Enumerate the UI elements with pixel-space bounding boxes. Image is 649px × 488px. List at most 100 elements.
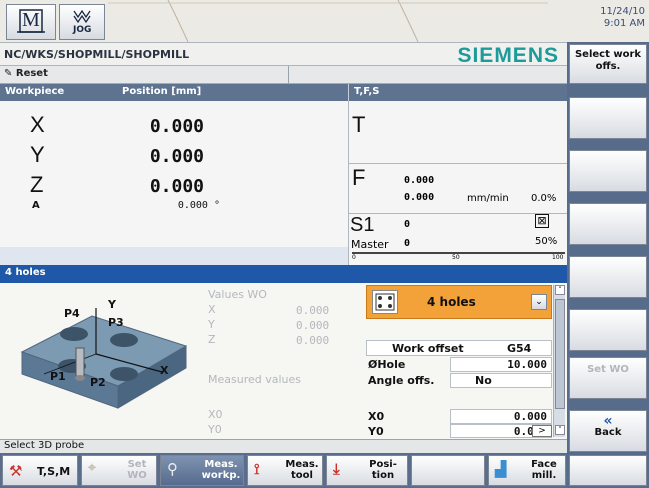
softkey-meas-tool[interactable]: ⟟ Meas. tool [247,455,323,486]
softkey-empty[interactable] [411,455,485,486]
angle-offset-label: Angle offs. [368,374,435,387]
softkey-vertical-5[interactable] [569,256,647,298]
divider [288,66,289,84]
wo-y-value: 0.000 [296,319,330,332]
diagram-label-p2: P2 [90,376,106,389]
mode-jog-label: JOG [73,25,92,35]
scale-50: 50 [452,254,460,261]
position-header: Position [mm] [122,86,202,97]
diagram-axis-y: Y [108,298,116,311]
axis-x-label: X [30,112,45,137]
softkey-tsm[interactable]: ⚒ T,S,M [2,455,78,486]
tfs-header: T,F,S [348,84,567,101]
probe-tool-icon: ⟟ [254,460,260,478]
scale-0: 0 [352,254,356,261]
softkey-face-mill[interactable]: ▟ Face mill. [488,455,566,486]
set-wo-icon: ⌖ [88,460,96,476]
softkey-meas-tool-label: Meas. tool [285,459,319,481]
spindle-value: 0 [404,219,411,230]
axis-z-label: Z [30,172,44,197]
tool-icon: ⚒ [9,462,23,480]
operation-title: 4 holes [5,267,46,278]
siemens-logo: SIEMENS [457,44,559,67]
diagram-label-p4: P4 [64,307,80,320]
scroll-thumb[interactable] [555,299,565,409]
clock-time: 9:01 AM [603,18,645,29]
reset-status: ✎ Reset [4,68,48,79]
wo-x-value: 0.000 [296,304,330,317]
operation-header: 4 holes [0,265,567,283]
next-arrow-icon[interactable]: > [532,425,552,437]
softkey-face-mill-label: Face mill. [531,459,557,481]
wo-y-label: Y [208,318,215,331]
tfs-title: T,F,S [354,86,380,97]
jog-wave-icon [73,9,91,24]
mode-machine-button[interactable]: M [6,4,56,40]
mode-m-label: M [22,9,40,31]
four-holes-diagram [20,308,188,409]
axis-y-label: Y [30,142,45,167]
x0-field[interactable]: 0.000 [450,409,552,424]
divider [349,163,567,164]
angle-offset-value: No [475,374,492,387]
x0-label: X0 [368,410,385,423]
axis-z-value: 0.000 [149,176,204,197]
hole-diameter-label: ØHole [368,358,406,371]
status-line: Select 3D probe [0,439,567,453]
scroll-down-icon[interactable]: ˅ [555,425,565,435]
mode-jog-button[interactable]: JOG [59,4,105,40]
channel-status-bar: ✎ Reset [0,66,567,84]
axis-a-label: A [32,200,40,211]
master-label: Master [351,238,389,251]
softkey-set-wo-vertical[interactable]: Set WO [569,357,647,399]
master-override: 50% [535,236,558,247]
program-path: NC/WKS/SHOPMILL/SHOPMILL [4,48,190,61]
clock-date: 11/24/10 [600,6,645,17]
softkey-meas-workpiece[interactable]: ⚲ Meas. workp. [160,455,244,486]
softkey-vertical-bottom[interactable] [569,455,647,486]
chevron-down-icon[interactable]: ⌄ [531,294,547,310]
status-text: Select 3D probe [4,440,85,451]
tool-label: T [352,112,366,137]
spindle-label: S1 [350,214,375,236]
softkey-position[interactable]: ⤓ Posi- tion [326,455,408,486]
softkey-vertical-2[interactable] [569,97,647,139]
softkey-back[interactable]: « Back [569,410,647,452]
softkey-vertical-6[interactable] [569,309,647,351]
axis-y-value: 0.000 [149,146,204,167]
hole-diameter-input[interactable]: 10.000 [450,357,552,372]
operation-scrollbar[interactable]: ˄ ˅ [553,285,565,437]
angle-offset-toggle[interactable]: No [450,373,552,388]
feed-override: 0.0% [531,193,557,204]
reset-pencil-icon: ✎ [4,68,16,79]
softkey-vertical-3[interactable] [569,150,647,192]
position-display-footer [0,247,348,265]
softkey-tsm-label: T,S,M [37,465,71,478]
measure-variant-dropdown[interactable]: 4 holes ⌄ [366,285,552,319]
work-offset-value: G54 [507,342,532,355]
top-decoration [108,0,548,42]
axis-a-value: 0.000 ° [177,200,220,211]
workpiece-title: Workpiece [5,86,65,97]
softkey-set-wo-label: Set WO [127,459,147,481]
master-value: 0 [404,238,411,249]
wo-z-value: 0.000 [296,334,330,347]
feed-label: F [352,165,366,190]
softkey-select-work-offs[interactable]: Select work offs. [569,44,647,84]
dropdown-value: 4 holes [427,295,476,309]
axis-x-value: 0.000 [149,116,204,137]
x0-value: 0.000 [513,410,547,423]
softkey-set-wo[interactable]: ⌖ Set WO [81,455,157,486]
softkey-vertical-4[interactable] [569,203,647,245]
softkey-back-label: Back [594,427,622,438]
scale-100: 100 [552,254,564,261]
position-icon: ⤓ [333,460,340,478]
reset-label: Reset [15,68,48,79]
softkey-set-wo-vertical-label: Set WO [587,364,629,375]
softkey-position-label: Posi- tion [369,459,397,481]
softkey-meas-workpiece-label: Meas. workp. [201,459,241,481]
work-offset-field[interactable]: Work offset G54 [366,340,552,356]
feed-value-actual: 0.000 [404,175,435,186]
scroll-up-icon[interactable]: ˄ [555,285,565,295]
wo-z-label: Z [208,333,216,346]
